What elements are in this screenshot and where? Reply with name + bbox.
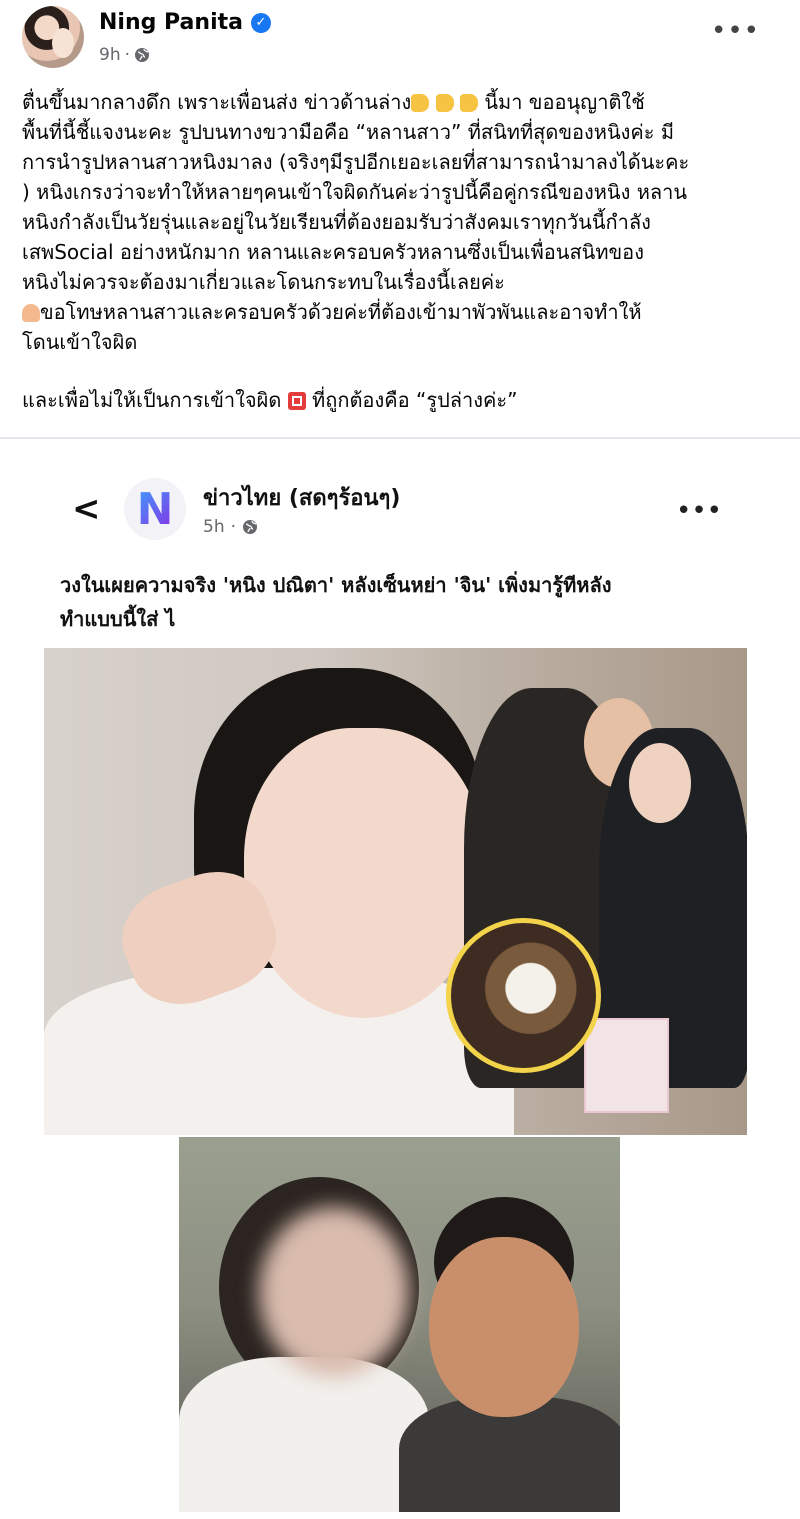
news-headline[interactable]: วงในเผยความจริง 'หนิง ปณิตา' หลังเซ็นหย่… — [60, 568, 750, 636]
news-photo-collage[interactable] — [44, 648, 747, 1135]
post-line: การนำรูปหลานสาวหนิงมาลง (จริงๆมีรูปอีกเย… — [22, 150, 690, 174]
globe-icon — [135, 48, 149, 62]
post-line: ) หนิงเกรงว่าจะทำให้หลายๆคนเข้าใจผิดกันค… — [22, 180, 688, 204]
post-line: เสพSocial อย่างหนักมาก หลานและครอบครัวหล… — [22, 240, 644, 264]
page-logo-letter: N — [136, 483, 174, 535]
hand-down-icon — [460, 94, 478, 112]
globe-icon — [243, 520, 257, 534]
post-line: พื้นที่นี้ชี้แจงนะคะ รูปบนทางขวามือคือ “… — [22, 120, 675, 144]
author-name[interactable]: Ning Panita — [99, 10, 243, 35]
post-line: โดนเข้าใจผิด — [22, 330, 138, 354]
page-post-time[interactable]: 5h — [203, 517, 225, 537]
shared-post-screenshot: < N ข่าวไทย (สดๆร้อนๆ) 5h · ••• วงในเผยค… — [0, 440, 800, 1519]
post-meta: 9h · — [99, 45, 150, 65]
hand-down-icon — [411, 94, 430, 112]
shared-more-button[interactable]: ••• — [676, 498, 722, 524]
blurred-couple-photo[interactable] — [179, 1137, 620, 1512]
post-line: หนิงกำลังเป็นวัยรุ่นและอยู่ในวัยเรียนที่… — [22, 210, 651, 234]
author-avatar[interactable] — [22, 6, 84, 68]
section-divider — [0, 437, 800, 439]
post-time[interactable]: 9h — [99, 45, 121, 65]
red-square-icon — [287, 392, 306, 410]
page-logo[interactable]: N — [124, 478, 186, 540]
verified-badge-icon: ✓ — [250, 12, 271, 33]
folded-hands-icon — [22, 304, 40, 322]
author-name-row: Ning Panita ✓ — [99, 10, 271, 35]
post-line: ขอโทษหลานสาวและครอบครัวด้วยค่ะที่ต้องเข้… — [22, 297, 787, 327]
hand-down-icon — [435, 94, 454, 112]
post-line: และเพื่อไม่ให้เป็นการเข้าใจผิด ที่ถูกต้อ… — [22, 388, 518, 412]
post-text: ตื่นขึ้นมากลางดึก เพราะเพื่อนส่ง ข่าวด้า… — [22, 87, 787, 415]
page-meta: 5h · — [203, 517, 258, 537]
post-more-button[interactable]: ••• — [711, 18, 760, 44]
post-line: ตื่นขึ้นมากลางดึก เพราะเพื่อนส่ง ข่าวด้า… — [22, 90, 645, 114]
back-arrow-icon[interactable]: < — [72, 492, 101, 526]
page-name[interactable]: ข่าวไทย (สดๆร้อนๆ) — [203, 480, 400, 515]
post-line: หนิงไม่ควรจะต้องมาเกี่ยวและโดนกระทบในเรื… — [22, 270, 505, 294]
post-header: Ning Panita ✓ 9h · ••• — [0, 0, 800, 80]
inset-circle-photo — [446, 918, 601, 1073]
